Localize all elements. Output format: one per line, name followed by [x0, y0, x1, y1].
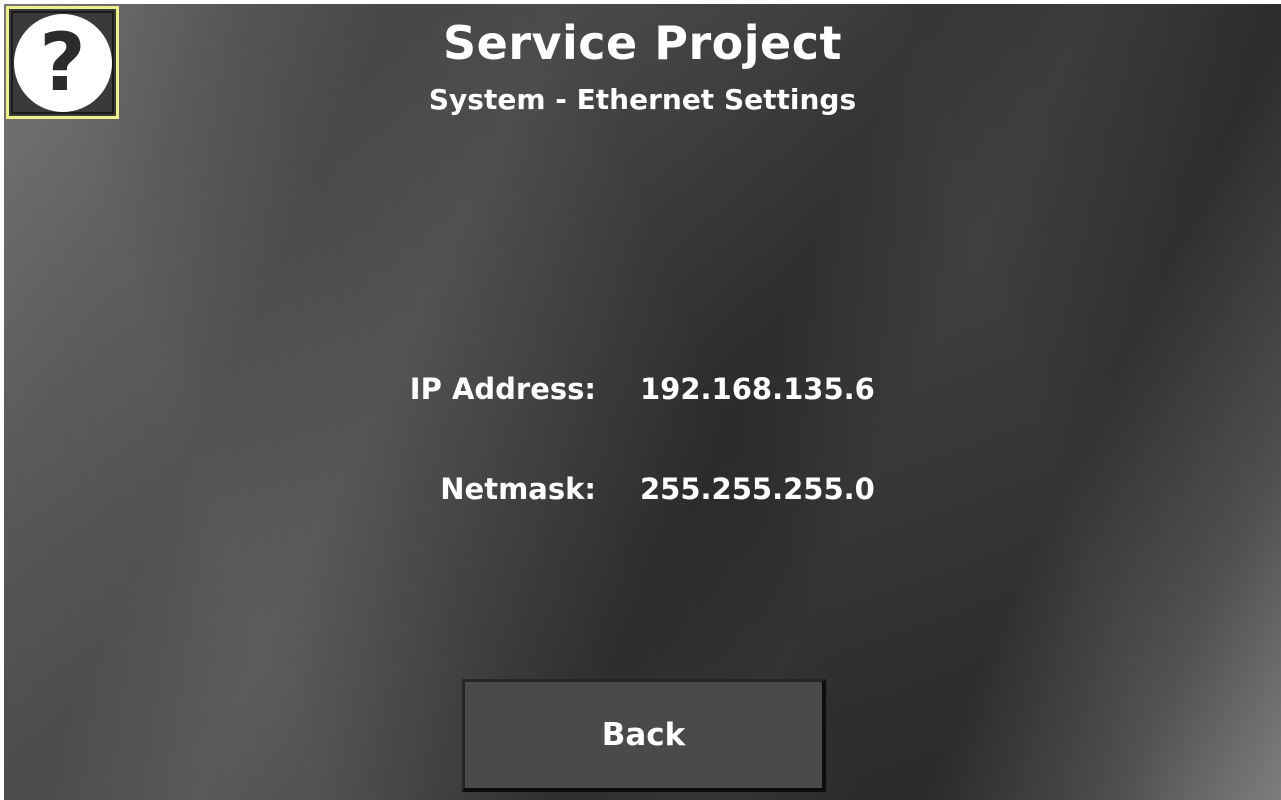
netmask-value: 255.255.255.0 — [640, 472, 875, 506]
ip-address-value: 192.168.135.6 — [640, 372, 875, 406]
page-subtitle: System - Ethernet Settings — [428, 83, 857, 116]
netmask-row: Netmask: 255.255.255.0 — [4, 472, 1281, 512]
hmi-screen: ? Service Project System - Ethernet Sett… — [4, 4, 1281, 800]
page-title: Service Project — [443, 16, 842, 70]
back-button-label: Back — [601, 717, 686, 753]
back-button[interactable]: Back — [462, 679, 826, 792]
ip-address-row: IP Address: 192.168.135.6 — [4, 372, 1281, 412]
ip-address-label: IP Address: — [409, 372, 596, 406]
netmask-label: Netmask: — [440, 472, 596, 506]
